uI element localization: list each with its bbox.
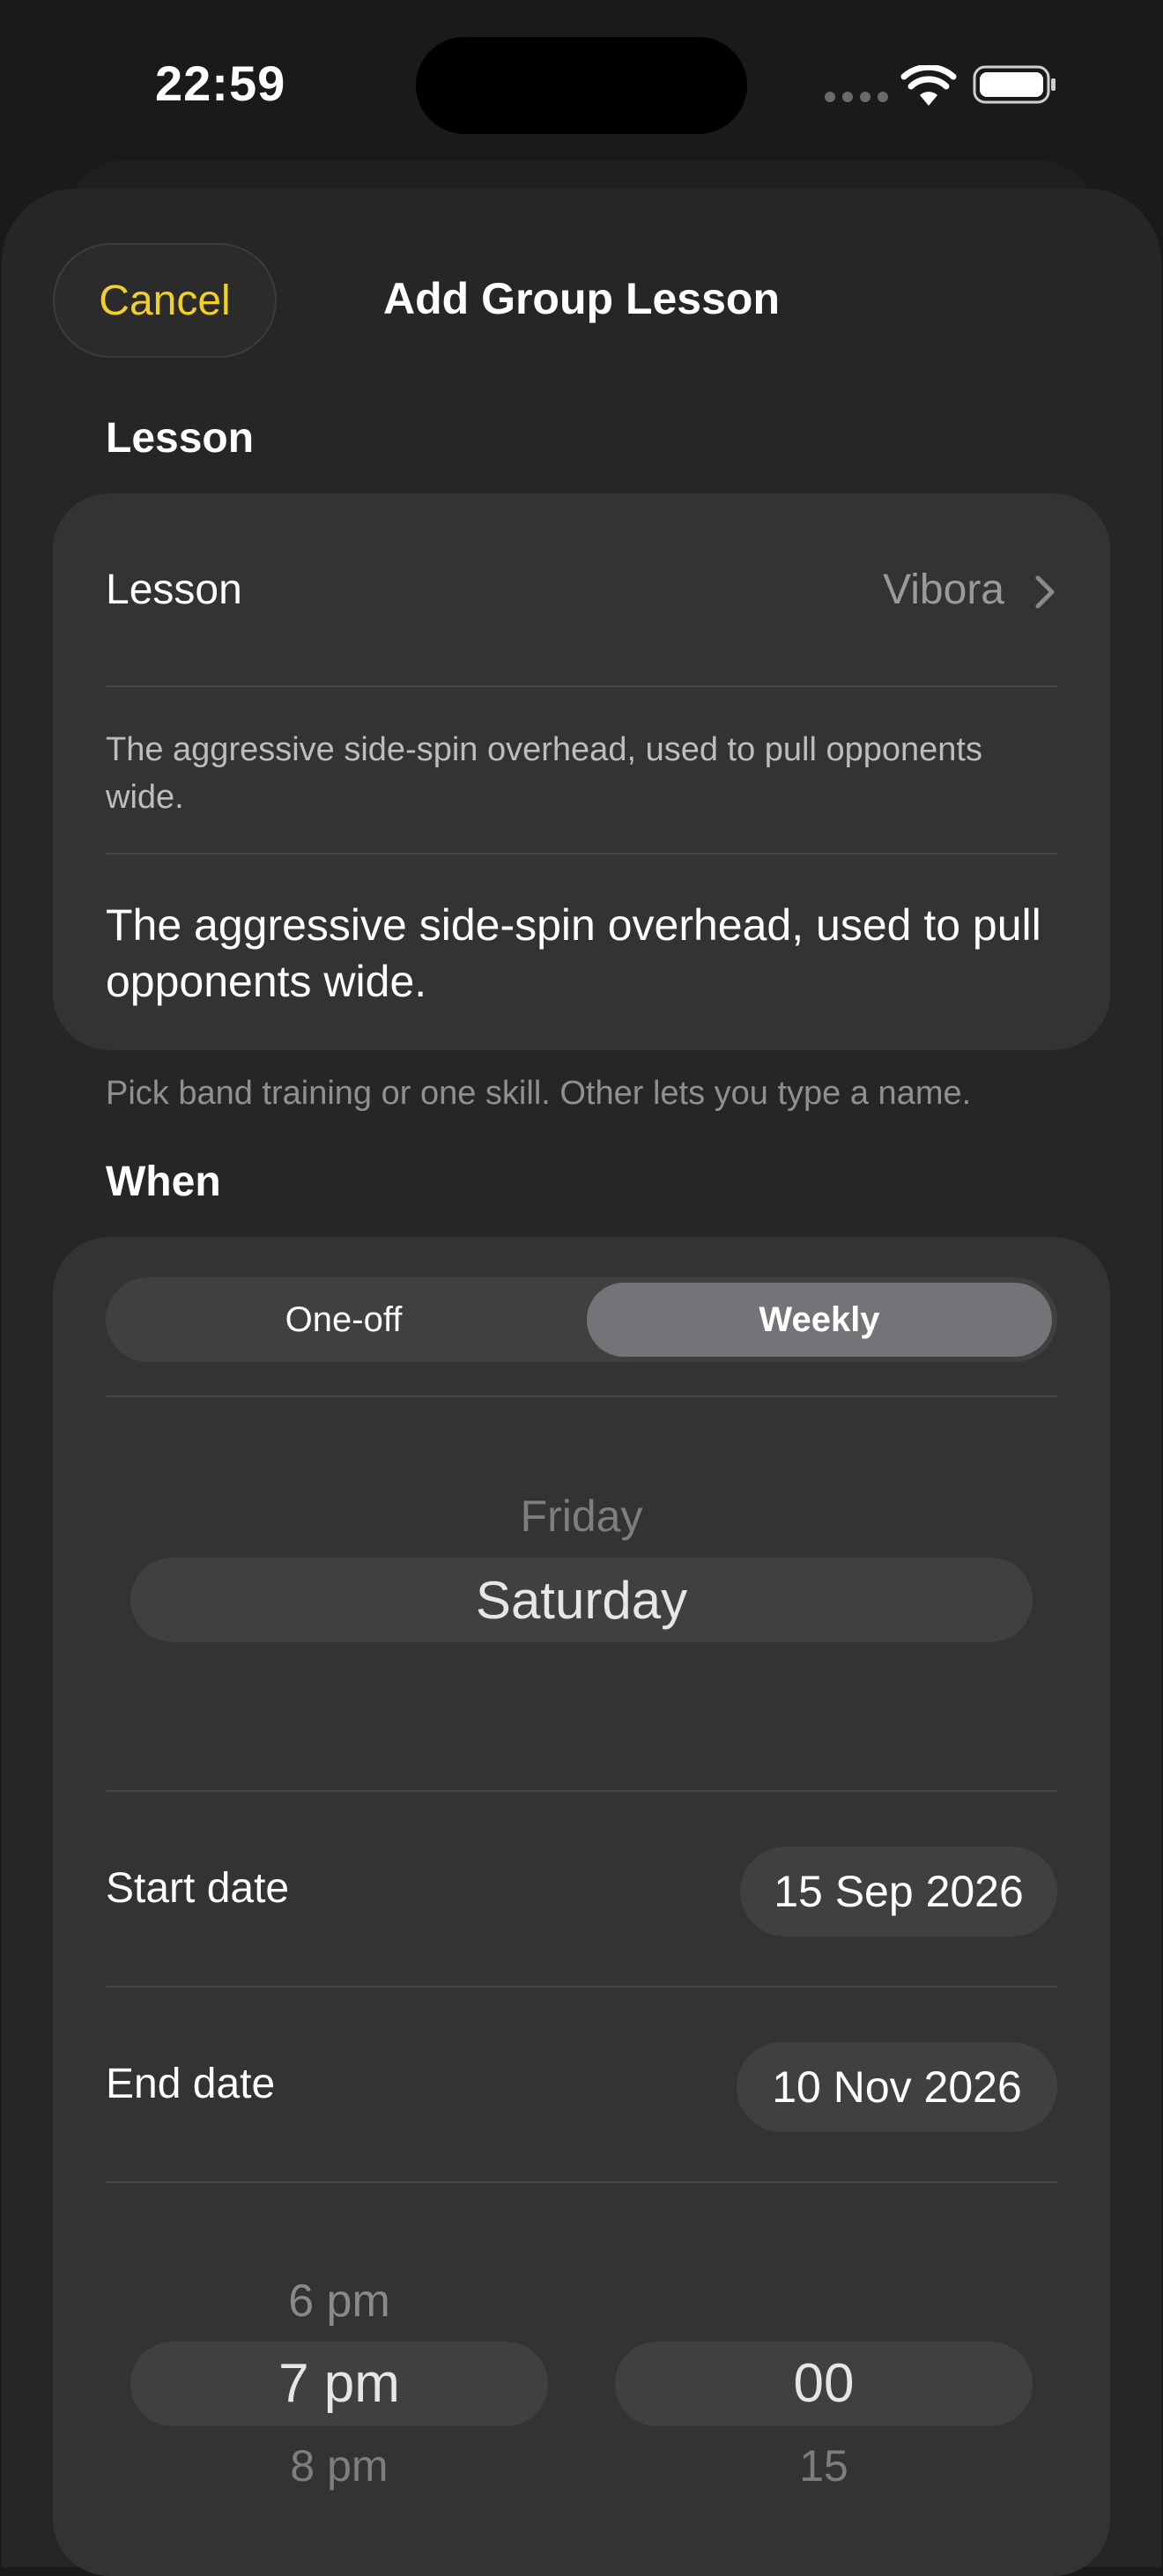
day-picker-selected: Saturday — [475, 1571, 688, 1630]
hour-picker[interactable]: 6 pm 7 pm 8 pm — [130, 2224, 548, 2491]
day-picker[interactable]: Friday Saturday — [53, 1397, 1110, 1790]
lesson-description-small: The aggressive side-spin overhead, used … — [106, 731, 982, 816]
divider — [106, 2181, 1057, 2183]
hour-picker-selected: 7 pm — [278, 2353, 400, 2414]
hour-picker-option: 8 pm — [290, 2441, 389, 2491]
end-date-label: End date — [106, 2061, 276, 2107]
battery-icon — [973, 65, 1056, 104]
hour-picker-option: 6 pm — [288, 2276, 390, 2327]
end-date-button[interactable]: 10 Nov 2026 — [737, 2042, 1057, 2132]
chevron-right-icon — [1035, 575, 1055, 609]
divider — [106, 1986, 1057, 1988]
minute-picker[interactable]: 00 15 — [615, 2224, 1033, 2491]
start-date-label: Start date — [106, 1865, 290, 1912]
lesson-card: Lesson Vibora The aggressive side-spin o… — [53, 493, 1110, 1050]
divider — [106, 853, 1057, 855]
lesson-row[interactable]: Lesson Vibora — [53, 493, 1110, 685]
wifi-icon — [900, 65, 957, 106]
when-card: One-off Weekly Friday Saturday Start dat… — [53, 1237, 1110, 2576]
divider — [106, 685, 1057, 687]
day-picker-option: Friday — [520, 1492, 643, 1541]
cellular-signal-icon — [825, 92, 888, 102]
minute-picker-option: 15 — [799, 2441, 848, 2491]
segment-weekly[interactable]: Weekly — [587, 1283, 1052, 1357]
status-bar: 22:59 — [0, 0, 1163, 176]
lesson-description-field[interactable]: The aggressive side-spin overhead, used … — [106, 897, 1057, 1010]
recurrence-segmented-control: One-off Weekly — [106, 1277, 1057, 1362]
lesson-row-value: Vibora — [883, 566, 1004, 613]
lesson-row-label: Lesson — [106, 566, 242, 613]
status-time: 22:59 — [155, 56, 286, 111]
dynamic-island — [416, 37, 747, 134]
start-date-button[interactable]: 15 Sep 2026 — [740, 1847, 1057, 1936]
segment-one-off[interactable]: One-off — [111, 1283, 576, 1357]
when-section-header: When — [106, 1158, 221, 1205]
divider — [106, 1790, 1057, 1792]
minute-picker-selected: 00 — [793, 2353, 855, 2414]
sheet-title: Add Group Lesson — [383, 274, 780, 323]
cancel-button[interactable]: Cancel — [53, 243, 277, 358]
lesson-section-header: Lesson — [106, 415, 255, 462]
lesson-footnote: Pick band training or one skill. Other l… — [106, 1075, 972, 1112]
